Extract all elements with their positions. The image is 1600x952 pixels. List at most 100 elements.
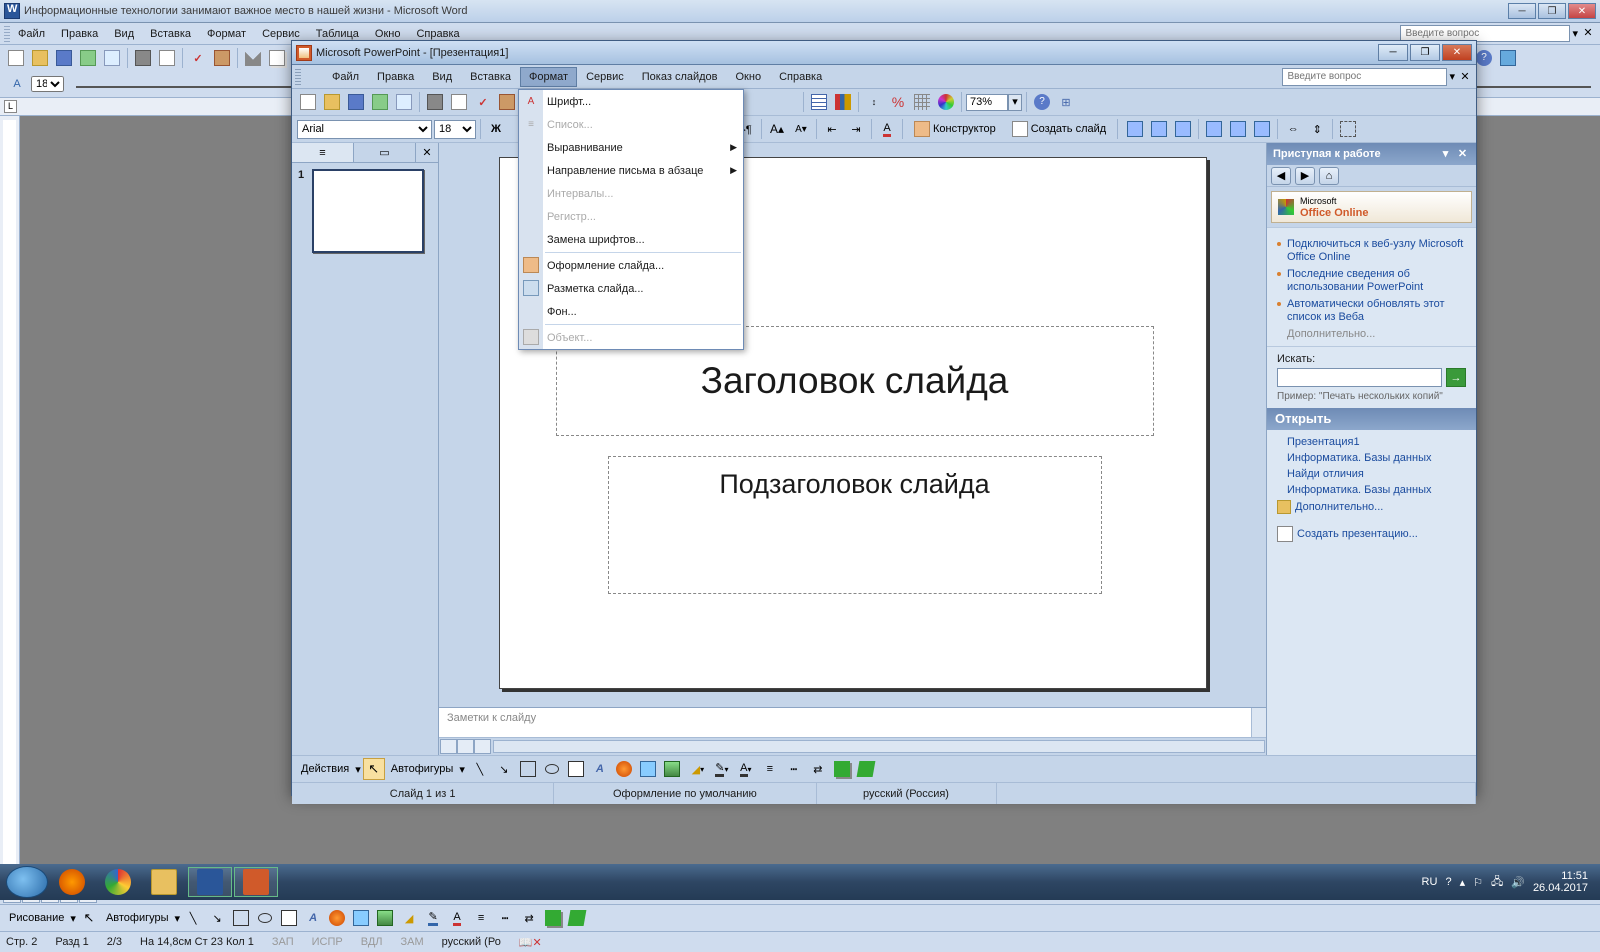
shadow-button[interactable] <box>542 907 564 929</box>
word-minimize-button[interactable]: ─ <box>1508 3 1536 19</box>
create-presentation[interactable]: Создать презентацию... <box>1273 524 1470 544</box>
word-menu-view[interactable]: Вид <box>106 25 142 43</box>
ppt-menu-tools[interactable]: Сервис <box>577 67 633 87</box>
font-select[interactable]: Arial <box>297 120 432 139</box>
arrow-style-button[interactable]: ⇄ <box>807 758 829 780</box>
notes-scrollbar[interactable] <box>1251 708 1266 737</box>
textbox-button[interactable] <box>278 907 300 929</box>
open-button[interactable] <box>29 47 51 69</box>
word-menu-edit[interactable]: Правка <box>53 25 106 43</box>
slide-title-text[interactable]: Заголовок слайда <box>701 360 1009 402</box>
taskbar-mediaplayer[interactable] <box>50 867 94 897</box>
menu-direction[interactable]: Направление письма в абзаце▶ <box>519 159 743 182</box>
save-button[interactable] <box>345 91 367 113</box>
wordart-button[interactable]: A <box>589 758 611 780</box>
word-vertical-ruler[interactable] <box>0 116 20 886</box>
chart-button[interactable] <box>832 91 854 113</box>
menu-background[interactable]: Фон... <box>519 300 743 323</box>
cut-button[interactable] <box>242 47 264 69</box>
grid-button[interactable] <box>911 91 933 113</box>
shape-align-middle-button[interactable] <box>1227 118 1249 140</box>
clipart-button[interactable] <box>637 758 659 780</box>
tray-language[interactable]: RU <box>1422 876 1438 888</box>
recent-file[interactable]: Информатика. Базы данных <box>1273 482 1470 498</box>
tray-network-icon[interactable]: 🖧 <box>1491 873 1503 892</box>
word-doc-close-button[interactable]: ✕ <box>1580 26 1596 42</box>
decrease-indent-button[interactable]: ⇤ <box>821 118 843 140</box>
new-slide-button[interactable]: Создать слайд <box>1005 118 1113 140</box>
ppt-notes-pane[interactable]: Заметки к слайду <box>439 707 1266 737</box>
taskbar-word[interactable] <box>188 867 232 897</box>
tray-action-center-icon[interactable]: ⚐ <box>1473 876 1483 889</box>
actions-menu[interactable]: Действия <box>297 763 353 775</box>
taskpane-close-button[interactable]: ✕ <box>1455 147 1470 162</box>
bold-button[interactable]: Ж <box>485 118 507 140</box>
oval-button[interactable] <box>254 907 276 929</box>
thumbs-close-button[interactable]: ✕ <box>416 143 438 162</box>
font-size-select[interactable]: 18 <box>31 76 64 92</box>
dropdown-icon[interactable]: ▾ <box>70 912 76 925</box>
shape-align-center-button[interactable] <box>1148 118 1170 140</box>
fill-color-button[interactable]: ◢ <box>398 907 420 929</box>
decrease-font-button[interactable]: A▾ <box>790 118 812 140</box>
word-menu-insert[interactable]: Вставка <box>142 25 199 43</box>
dropdown-icon[interactable]: ▾ <box>175 912 181 925</box>
normal-view-button[interactable] <box>440 739 457 754</box>
show-format-button[interactable]: % <box>887 91 909 113</box>
line-button[interactable]: ╲ <box>469 758 491 780</box>
open-more[interactable]: Дополнительно... <box>1273 498 1470 516</box>
designer-button[interactable]: Конструктор <box>907 118 1003 140</box>
line-button[interactable]: ╲ <box>182 907 204 929</box>
shape-align-bottom-button[interactable] <box>1251 118 1273 140</box>
ppt-menu-format[interactable]: Формат <box>520 67 577 87</box>
line-color-button[interactable]: ✎ <box>422 907 444 929</box>
relative-to-slide-button[interactable] <box>1337 118 1359 140</box>
permissions-button[interactable] <box>77 47 99 69</box>
permissions-button[interactable] <box>369 91 391 113</box>
ppt-menu-window[interactable]: Окно <box>727 67 771 87</box>
nav-home-button[interactable]: ⌂ <box>1319 167 1339 185</box>
color-button[interactable] <box>935 91 957 113</box>
wordart-button[interactable]: A <box>302 907 324 929</box>
3d-button[interactable] <box>566 907 588 929</box>
ppt-maximize-button[interactable]: ❐ <box>1410 44 1440 61</box>
shape-align-left-button[interactable] <box>1124 118 1146 140</box>
help-button[interactable]: ? <box>1031 91 1053 113</box>
diagram-button[interactable] <box>613 758 635 780</box>
picture-button[interactable] <box>661 758 683 780</box>
zoom-dropdown-icon[interactable]: ▾ <box>1008 94 1022 111</box>
dropdown-icon[interactable]: ▾ <box>1572 27 1578 40</box>
word-menu-format[interactable]: Формат <box>199 25 254 43</box>
research-button[interactable] <box>496 91 518 113</box>
distribute-h-button[interactable]: ⇔ <box>1282 118 1304 140</box>
ppt-menu-view[interactable]: Вид <box>423 67 461 87</box>
font-size-select[interactable]: 18 <box>434 120 476 139</box>
new-doc-button[interactable] <box>5 47 27 69</box>
zoom-input[interactable] <box>966 94 1008 111</box>
diagram-button[interactable] <box>326 907 348 929</box>
rectangle-button[interactable] <box>517 758 539 780</box>
ppt-menu-edit[interactable]: Правка <box>368 67 423 87</box>
dash-style-button[interactable]: ┅ <box>783 758 805 780</box>
link-more[interactable]: Дополнительно... <box>1287 328 1466 340</box>
tray-help-icon[interactable]: ? <box>1445 876 1451 888</box>
taskbar-chrome[interactable] <box>96 867 140 897</box>
slides-tab[interactable]: ▭ <box>354 143 416 162</box>
clipart-button[interactable] <box>350 907 372 929</box>
read-button[interactable] <box>1497 47 1519 69</box>
textbox-button[interactable] <box>565 758 587 780</box>
recent-file[interactable]: Информатика. Базы данных <box>1273 450 1470 466</box>
sorter-view-button[interactable] <box>457 739 474 754</box>
taskbar-powerpoint[interactable] <box>234 867 278 897</box>
line-style-button[interactable]: ≡ <box>470 907 492 929</box>
dropdown-icon[interactable]: ▾ <box>355 763 361 776</box>
select-objects-button[interactable]: ↖ <box>78 907 100 929</box>
picture-button[interactable] <box>374 907 396 929</box>
menu-slide-design[interactable]: Оформление слайда... <box>519 254 743 277</box>
copy-button[interactable] <box>266 47 288 69</box>
recent-file[interactable]: Найди отличия <box>1273 466 1470 482</box>
status-language[interactable]: русский (Ро <box>442 936 501 948</box>
ppt-minimize-button[interactable]: ─ <box>1378 44 1408 61</box>
nav-back-button[interactable]: ◀ <box>1271 167 1291 185</box>
word-close-button[interactable]: ✕ <box>1568 3 1596 19</box>
